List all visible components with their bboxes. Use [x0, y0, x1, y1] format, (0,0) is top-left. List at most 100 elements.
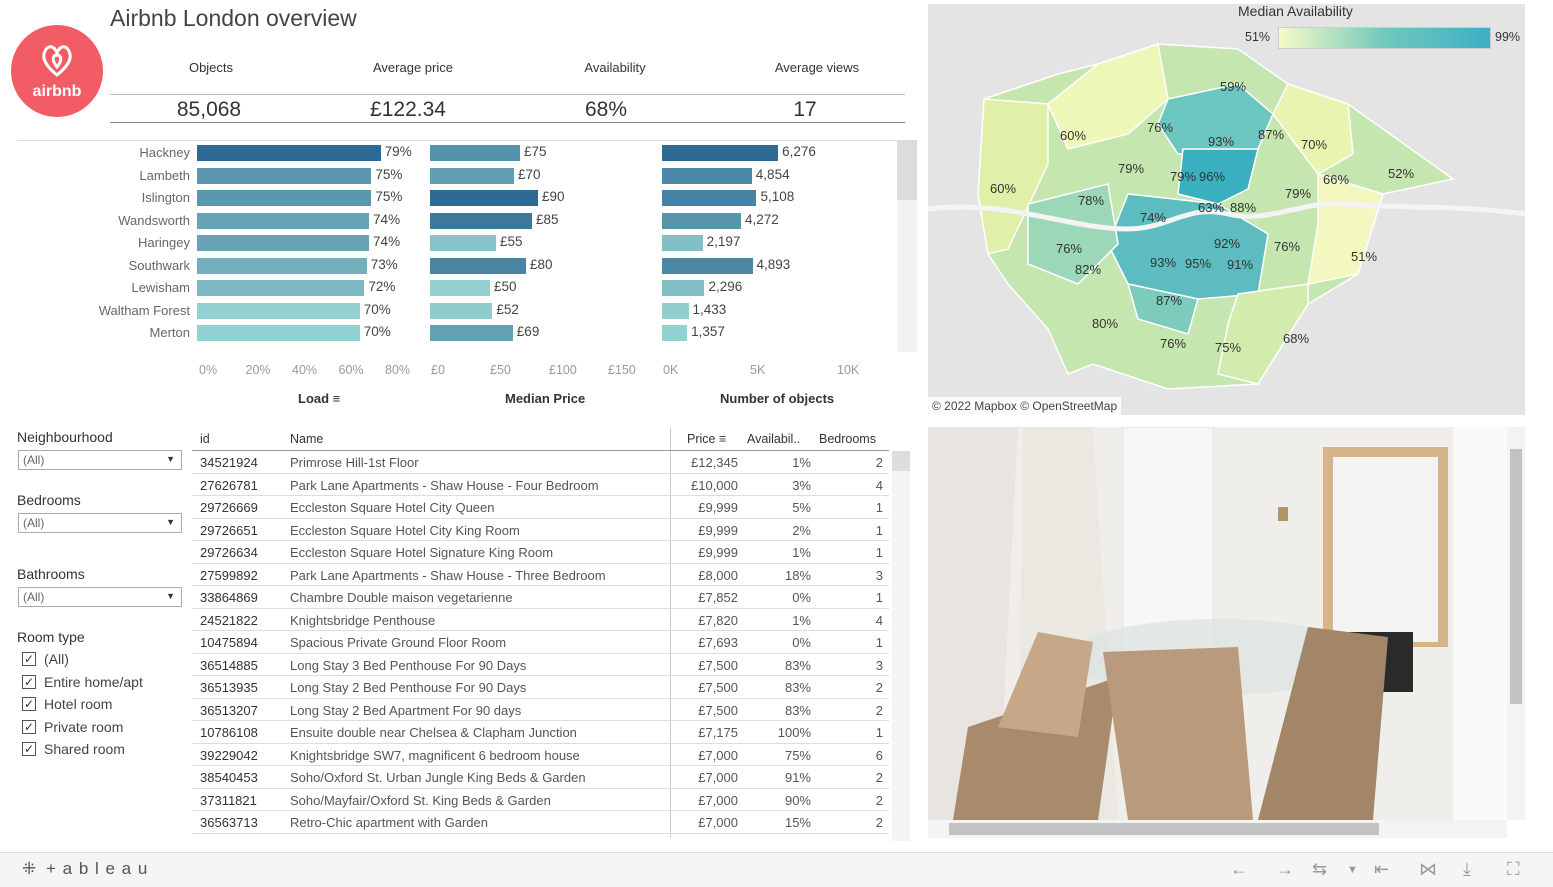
table-row[interactable]: 10475894 Spacious Private Ground Floor Ro…: [192, 631, 889, 654]
cell-availability: 3%: [792, 477, 811, 493]
bar-load[interactable]: [197, 235, 370, 251]
table-row[interactable]: 34521924 Primrose Hill-1st Floor £12,345 1%…: [192, 451, 889, 474]
map-region-label: 52%: [1388, 166, 1415, 181]
cell-availability: 90%: [784, 792, 811, 808]
bar-load[interactable]: [197, 190, 372, 206]
revert-icon[interactable]: ⇆: [1312, 859, 1327, 880]
table-body[interactable]: 34521924 Primrose Hill-1st Floor £12,345 1%…: [0, 451, 900, 841]
col-header-bedrooms[interactable]: Bedrooms: [819, 432, 876, 446]
bar-load[interactable]: [197, 302, 360, 319]
col-header-price[interactable]: Price ≡: [687, 432, 726, 446]
table-row[interactable]: 33864869 Chambre Double maison vegetarien…: [192, 586, 889, 609]
london-map[interactable]: 59% 76% 93% 87% 60% 70% 79% 79% 96% 66% 52% 60% 78% 7…: [928, 4, 1525, 415]
table-row[interactable]: 36513935 Long Stay 2 Bed Penthouse For 90…: [192, 676, 889, 699]
bar-load[interactable]: [197, 257, 367, 274]
bar-load[interactable]: [197, 325, 360, 341]
bar-number-of-objects[interactable]: [662, 167, 752, 184]
bar-median-price[interactable]: [430, 145, 520, 161]
table-row[interactable]: 36514885 Long Stay 3 Bed Penthouse For 90…: [192, 654, 889, 676]
col-header-name[interactable]: Name: [290, 432, 323, 446]
download-icon[interactable]: ⤓: [1463, 859, 1471, 880]
col-header-id[interactable]: id: [200, 432, 210, 446]
bar-median-price[interactable]: [430, 257, 526, 274]
bar-number-of-objects[interactable]: [662, 280, 705, 296]
map-attribution[interactable]: © 2022 Mapbox © OpenStreetMap: [928, 397, 1122, 415]
map-region-label: 76%: [1056, 241, 1083, 256]
axis-title-load[interactable]: Load ≡: [298, 391, 340, 406]
chart-scrollbar-thumb[interactable]: [897, 140, 917, 200]
undo-icon[interactable]: ←: [1230, 859, 1248, 880]
fullscreen-icon[interactable]: ⛶: [1507, 859, 1520, 880]
bar-median-price[interactable]: [430, 325, 513, 341]
bar-median-price[interactable]: [430, 280, 490, 296]
cell-availability: 75%: [784, 747, 811, 763]
category-label: Southwark: [128, 257, 190, 273]
table-row[interactable]: 39229042 Knightsbridge SW7, magnificent 6…: [192, 744, 889, 766]
bar-number-of-objects[interactable]: [662, 257, 753, 274]
cell-name: Soho/Mayfair/Oxford St. King Beds & Gard…: [290, 792, 551, 808]
chart-scrollbar[interactable]: [897, 140, 917, 352]
bar-load[interactable]: [197, 212, 370, 229]
cell-name: Long Stay 3 Bed Penthouse For 90 Days: [290, 657, 527, 673]
table-row[interactable]: 29726634 Eccleston Square Hotel Signature…: [192, 541, 889, 564]
category-label: Hackney: [139, 145, 190, 160]
axis-tick-label: £50: [490, 363, 511, 377]
kpi-label-price: Average price: [373, 60, 453, 75]
table-row[interactable]: 24521822 Knightsbridge Penthouse £7,820 1% 4: [192, 609, 889, 631]
bar-number-of-objects[interactable]: [662, 325, 688, 341]
cell-name: Park Lane Apartments - Shaw House - Four…: [290, 477, 599, 493]
airbnb-belo-icon: [42, 45, 72, 77]
col-header-availability[interactable]: Availabil..: [747, 432, 800, 446]
bar-median-price[interactable]: [430, 212, 532, 229]
bar-number-of-objects[interactable]: [662, 145, 779, 161]
bar-median-price[interactable]: [430, 235, 496, 251]
cell-bedrooms: 2: [875, 770, 883, 785]
table-row[interactable]: 36513207 Long Stay 2 Bed Apartment For 90…: [192, 699, 889, 721]
bar-median-price[interactable]: [430, 190, 538, 206]
table-scrollbar-thumb[interactable]: [892, 451, 910, 471]
map-region-label: 74%: [1140, 210, 1167, 225]
bar-number-of-objects[interactable]: [662, 212, 742, 229]
kpi-value-views: 17: [793, 98, 817, 121]
bar-load[interactable]: [197, 280, 365, 296]
table-row[interactable]: 27626781 Park Lane Apartments - Shaw Hous…: [192, 474, 889, 496]
map-region-label: 68%: [1283, 331, 1310, 346]
cell-id: 39229042: [200, 747, 258, 763]
reset-icon[interactable]: ⇤: [1374, 859, 1389, 880]
redo-icon[interactable]: →: [1276, 859, 1294, 880]
photo-vscroll[interactable]: [1507, 427, 1525, 820]
photo-vscroll-thumb[interactable]: [1510, 449, 1522, 704]
share-icon[interactable]: ⋈: [1419, 859, 1437, 880]
bar-charts[interactable]: Hackney 79% £75 6,276 Lambeth 75% £70 4,854 Isli…: [0, 140, 900, 352]
table-row[interactable]: 38540453 Soho/Oxford St. Urban Jungle Kin…: [192, 766, 889, 789]
cell-id: 34521924: [200, 455, 258, 470]
table-row[interactable]: 37311821 Soho/Mayfair/Oxford St. King Bed…: [192, 789, 889, 811]
bar-number-of-objects[interactable]: [662, 190, 757, 206]
cell-availability: 83%: [784, 680, 811, 695]
bar-median-price[interactable]: [430, 167, 514, 184]
bar-value-label: £52: [496, 301, 519, 317]
table-row[interactable]: 36563713 Retro-Chic apartment with Garden…: [192, 811, 889, 834]
table-row[interactable]: 27599892 Park Lane Apartments - Shaw Hous…: [192, 564, 889, 586]
bar-number-of-objects[interactable]: [662, 235, 703, 251]
bar-value-label: 70%: [363, 324, 391, 339]
table-row[interactable]: 10786108 Ensuite double near Chelsea & Cl…: [192, 721, 889, 744]
table-row[interactable]: 29726669 Eccleston Square Hotel City Quee…: [192, 496, 889, 519]
axis-tick-label: 5K: [750, 363, 766, 377]
axis-tick-label: £100: [549, 363, 577, 377]
bar-number-of-objects[interactable]: [662, 302, 689, 319]
table-row[interactable]: 29726651 Eccleston Square Hotel City King…: [192, 519, 889, 541]
kpi-divider-bottom: [110, 122, 905, 123]
bar-value-label: 1,357: [691, 324, 725, 339]
bar-median-price[interactable]: [430, 302, 493, 319]
photo-hscroll-thumb[interactable]: [949, 823, 1379, 835]
photo-hscroll[interactable]: [928, 820, 1507, 838]
revert-dropdown-icon[interactable]: ▼: [1347, 864, 1358, 876]
bar-load[interactable]: [197, 145, 381, 161]
bar-load[interactable]: [197, 167, 372, 184]
cell-id: 10786108: [200, 725, 258, 740]
bar-value-label: 72%: [368, 279, 396, 294]
table-scrollbar[interactable]: [892, 451, 910, 841]
cell-id: 29726669: [200, 500, 258, 515]
page-title: Airbnb London overview: [110, 5, 357, 31]
